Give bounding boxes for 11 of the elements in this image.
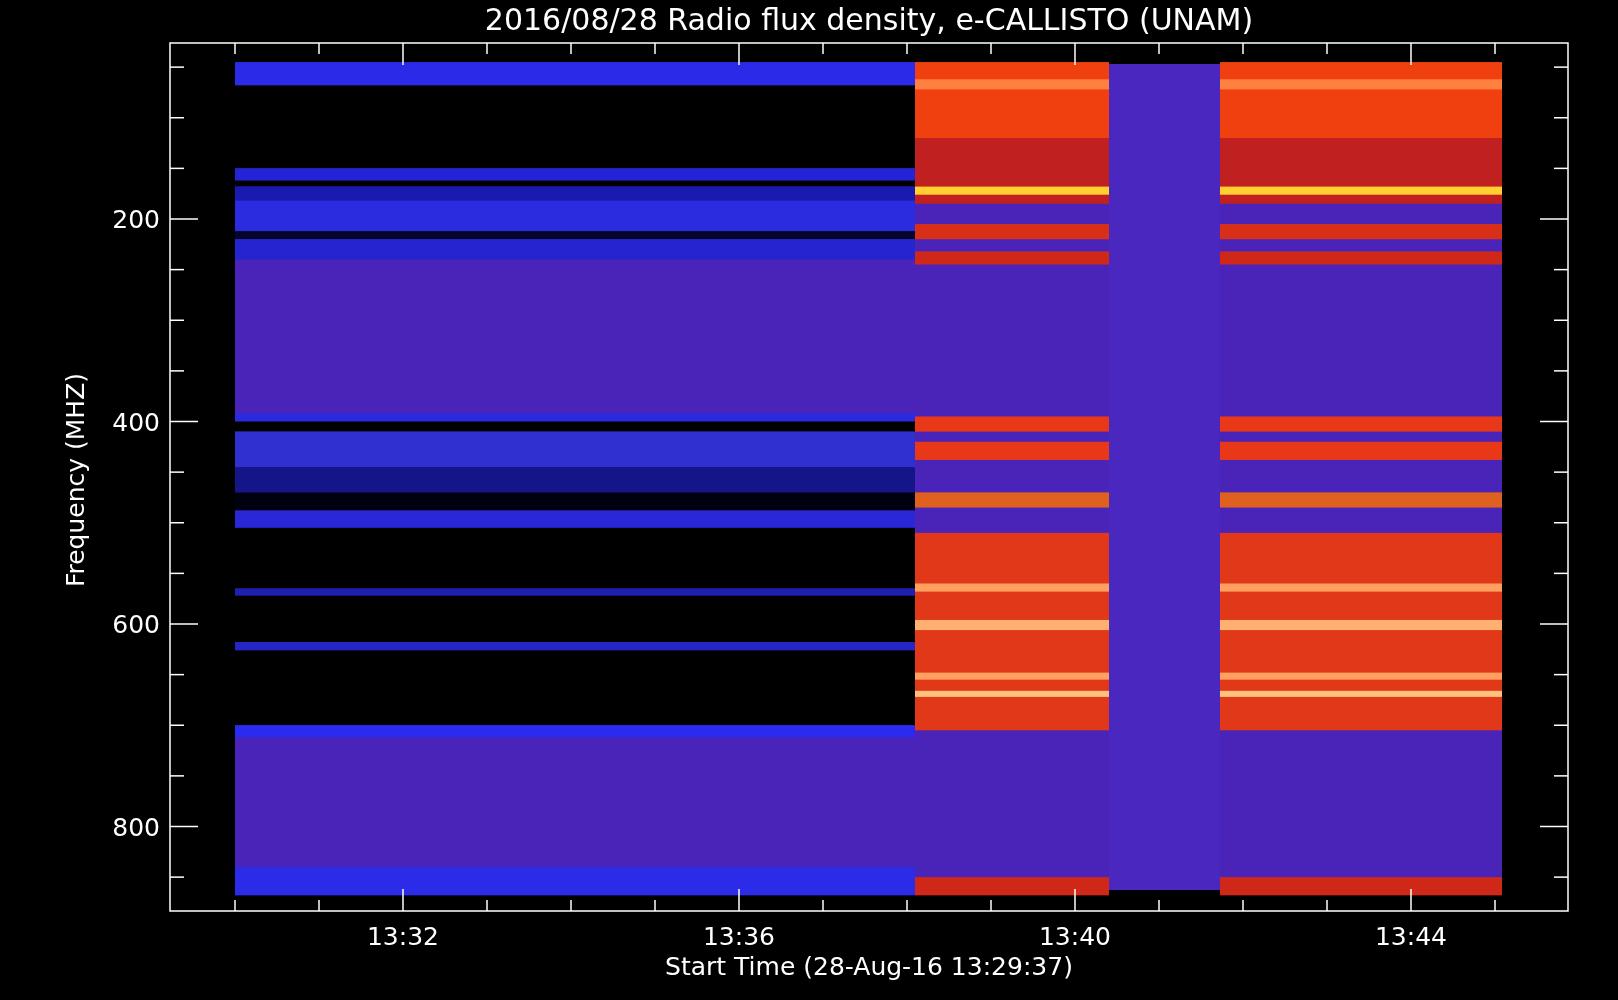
tick-label: 400 [112, 407, 160, 437]
axis-label: Start Time (28-Aug-16 13:29:37) [665, 952, 1073, 981]
tick-label: 13:40 [1039, 922, 1111, 951]
tick-label: 13:44 [1375, 922, 1447, 951]
tick-label: 200 [112, 205, 160, 234]
axis-label: Frequency (MHZ) [61, 372, 90, 588]
tick-label: 13:36 [703, 922, 775, 951]
tick-label: 600 [112, 610, 160, 639]
tick-label: 800 [112, 812, 160, 842]
plot-title: 2016/08/28 Radio flux density, e-CALLISTO (UNAM) [484, 2, 1254, 37]
tick-label: 13:32 [367, 922, 439, 951]
